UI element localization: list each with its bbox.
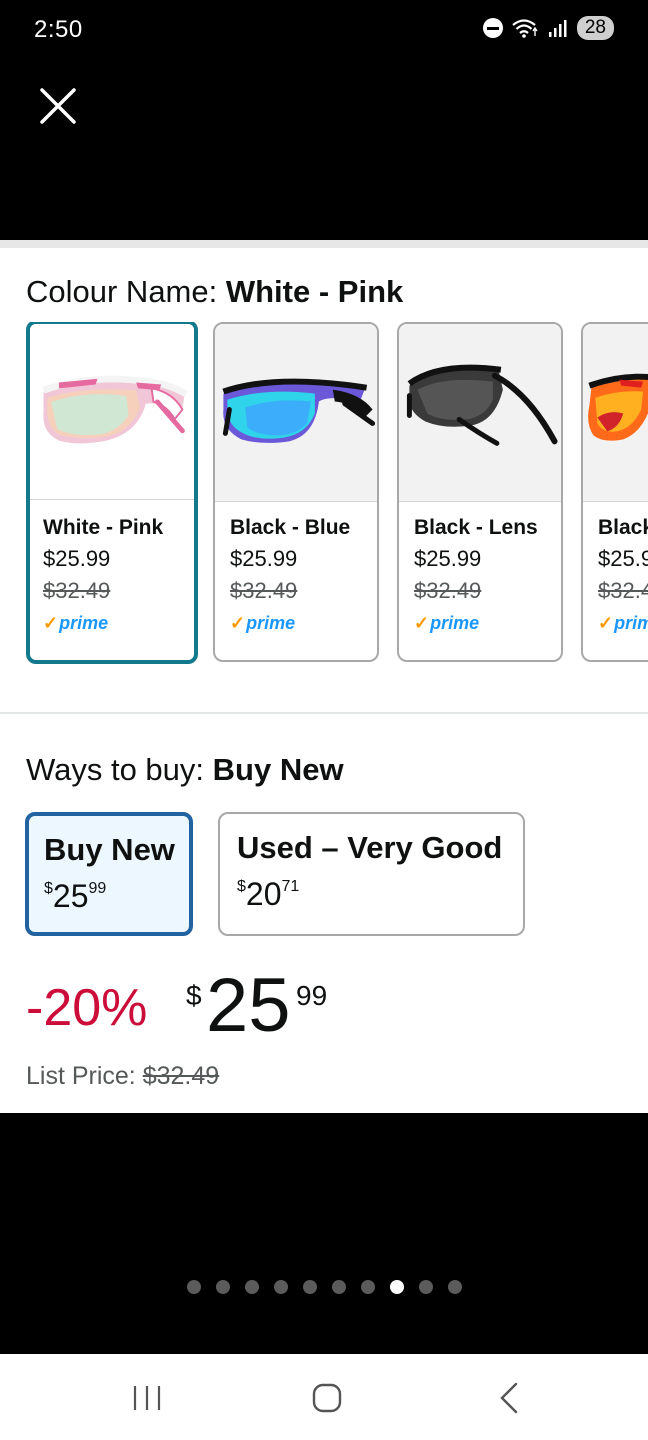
- page-dot: [361, 1280, 375, 1294]
- swatch-label: White - Pink: [43, 516, 164, 539]
- prime-badge: ✓prime: [414, 613, 480, 633]
- page-dot: [448, 1280, 462, 1294]
- signal-icon: [548, 20, 567, 37]
- prime-badge: ✓prim: [598, 613, 648, 633]
- back-icon[interactable]: [490, 1378, 530, 1418]
- section-divider: [0, 712, 648, 714]
- recent-apps-icon[interactable]: [127, 1378, 167, 1418]
- sunglasses-black-orange-image: [583, 324, 648, 502]
- battery-indicator: 28: [576, 16, 614, 40]
- swatch-list-price: $32.49: [230, 578, 298, 603]
- colour-swatch-list[interactable]: White - Pink $25.99 $32.49 ✓prime Black …: [26, 322, 648, 664]
- swatch-list-price: $32.49: [43, 578, 111, 603]
- ways-to-buy-heading: Ways to buy: Buy New: [26, 752, 344, 787]
- prime-badge: ✓prime: [43, 613, 109, 633]
- buy-new-option[interactable]: Buy New $2599: [25, 812, 193, 936]
- prime-check-icon: ✓: [598, 613, 614, 633]
- status-bar: 2:50 28: [0, 0, 648, 60]
- swatch-price: $25.99: [43, 546, 111, 571]
- variation-sheet: Colour Name: White - Pink White - Pink $…: [0, 240, 648, 1113]
- list-price: List Price: $32.49: [26, 1062, 220, 1090]
- swatch-white-pink[interactable]: White - Pink $25.99 $32.49 ✓prime: [26, 322, 198, 664]
- used-very-good-option[interactable]: Used – Very Good $2071: [218, 812, 525, 936]
- swatch-black-lens[interactable]: Black - Lens $25.99 $32.49 ✓prime: [397, 322, 563, 662]
- swatch-black-blue[interactable]: Black - Blue $25.99 $32.49 ✓prime: [213, 322, 379, 662]
- page-dot: [274, 1280, 288, 1294]
- swatch-price: $25.99: [230, 546, 298, 571]
- home-icon[interactable]: [307, 1378, 347, 1418]
- discount-percentage: -20%: [26, 979, 148, 1037]
- swatch-black-partial[interactable]: Black $25.9 $32.4 ✓prim: [581, 322, 648, 662]
- swatch-price: $25.9: [598, 546, 648, 571]
- option-price: $2599: [44, 878, 107, 914]
- selected-buy-option: Buy New: [212, 752, 344, 787]
- page-dot: [419, 1280, 433, 1294]
- carousel-page-indicator: [187, 1280, 462, 1294]
- page-dot: [303, 1280, 317, 1294]
- screen: 2:50 28 Colour Name: White - Pink White …: [0, 0, 648, 1440]
- sheet-top-edge: [0, 240, 648, 248]
- close-icon[interactable]: [38, 86, 78, 126]
- do-not-disturb-icon: [482, 18, 503, 38]
- prime-badge: ✓prime: [230, 613, 296, 633]
- page-dot-active: [390, 1280, 404, 1294]
- option-price: $2071: [237, 876, 300, 912]
- system-navigation-bar: [0, 1354, 648, 1440]
- sunglasses-black-blue-image: [215, 324, 377, 502]
- swatch-label: Black - Lens: [414, 516, 538, 539]
- prime-check-icon: ✓: [414, 613, 430, 633]
- sunglasses-black-lens-image: [399, 324, 561, 502]
- page-dot: [187, 1280, 201, 1294]
- swatch-list-price: $32.49: [414, 578, 482, 603]
- colour-name-heading: Colour Name: White - Pink: [26, 274, 404, 309]
- page-dot: [245, 1280, 259, 1294]
- status-icons: 28: [482, 16, 614, 40]
- page-dot: [216, 1280, 230, 1294]
- swatch-list-price: $32.4: [598, 578, 648, 603]
- swatch-label: Black: [598, 516, 648, 539]
- status-time: 2:50: [34, 16, 83, 43]
- prime-check-icon: ✓: [230, 613, 246, 633]
- page-dot: [332, 1280, 346, 1294]
- wifi-icon: [512, 19, 538, 38]
- option-label: Buy New: [44, 832, 175, 867]
- option-label: Used – Very Good: [237, 830, 503, 865]
- prime-check-icon: ✓: [43, 613, 59, 633]
- swatch-price: $25.99: [414, 546, 482, 571]
- swatch-label: Black - Blue: [230, 516, 351, 539]
- sunglasses-white-pink-image: [30, 324, 194, 500]
- selected-colour: White - Pink: [225, 274, 404, 309]
